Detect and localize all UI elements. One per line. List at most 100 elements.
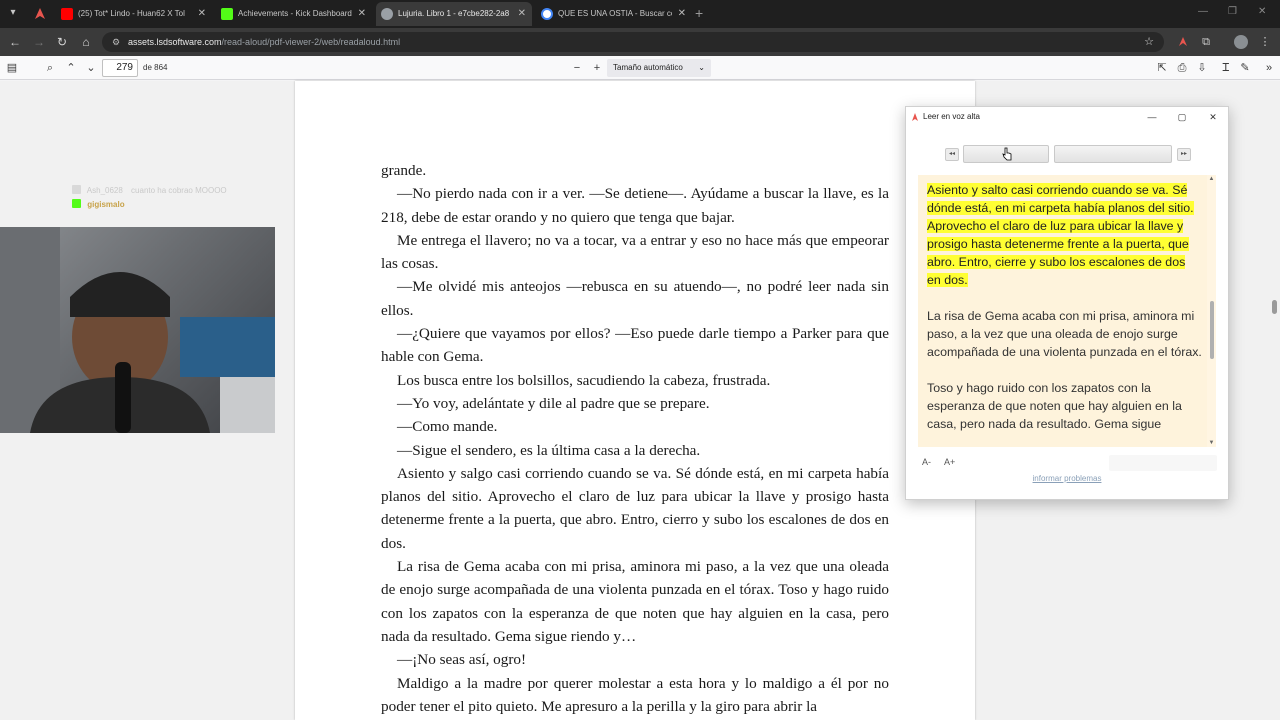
home-icon[interactable]: ⌂ bbox=[79, 35, 93, 49]
tab-title: QUE ES UNA OSTIA - Buscar co bbox=[558, 9, 672, 18]
cursor-hand-icon bbox=[1002, 147, 1012, 161]
read-aloud-text-panel[interactable]: Asiento y salto casi corriendo cuando se… bbox=[918, 175, 1216, 447]
youtube-icon bbox=[61, 8, 73, 20]
stop-button[interactable] bbox=[1054, 145, 1172, 163]
forward-icon[interactable]: → bbox=[32, 35, 46, 49]
forward-icon[interactable]: ▸▸ bbox=[1177, 148, 1191, 161]
paragraph: —Como mande. bbox=[397, 418, 498, 436]
zoom-select[interactable]: Tamaño automático ⌄ bbox=[607, 59, 711, 77]
maximize-icon[interactable]: ❐ bbox=[1228, 6, 1237, 17]
draw-tool-icon[interactable]: ✎ bbox=[1237, 60, 1253, 76]
paragraph: Maldigo a la madre por querer molestar a… bbox=[381, 674, 889, 715]
tab-strip: ▾ (25) Tot* Lindo - Huan62 X Tol ✕ Achie… bbox=[0, 0, 1280, 28]
chat-message: gigismalo bbox=[72, 199, 125, 209]
close-window-icon[interactable]: ✕ bbox=[1258, 6, 1266, 17]
save-icon[interactable]: ⇩ bbox=[1194, 60, 1210, 76]
chat-username: Ash_0628 bbox=[86, 186, 123, 195]
close-icon[interactable]: ✕ bbox=[678, 2, 686, 26]
report-issues-link[interactable]: informar problemas bbox=[906, 474, 1228, 483]
more-tools-icon[interactable]: » bbox=[1261, 60, 1277, 76]
viewer-scrollbar-thumb[interactable] bbox=[1272, 300, 1277, 314]
minimize-icon[interactable]: — bbox=[1198, 6, 1208, 17]
streamer-figure bbox=[0, 227, 275, 433]
back-icon[interactable]: ← bbox=[8, 35, 22, 49]
close-icon[interactable]: ✕ bbox=[518, 2, 526, 26]
paragraph: —Yo voy, adelántate y dile al padre que … bbox=[397, 394, 710, 412]
page-count: de 864 bbox=[143, 63, 168, 72]
google-icon bbox=[541, 8, 553, 20]
open-file-icon[interactable]: ⇱ bbox=[1154, 60, 1170, 76]
globe-icon bbox=[381, 8, 393, 20]
chat-message: Ash_0628 cuanto ha cobrao MOOOO bbox=[72, 185, 227, 195]
site-info-icon[interactable]: ⚙ bbox=[110, 36, 122, 48]
paragraph: La risa de Gema acaba con mi prisa, amin… bbox=[381, 558, 889, 645]
url-text: assets.lsdsoftware.com/read-aloud/pdf-vi… bbox=[128, 37, 401, 47]
kick-badge-icon bbox=[72, 199, 81, 208]
extensions-icon[interactable]: ⧉ bbox=[1199, 35, 1213, 49]
find-icon[interactable]: ⌕ bbox=[42, 60, 58, 76]
reload-icon[interactable]: ↻ bbox=[55, 35, 69, 49]
next-page-icon[interactable]: ⌄ bbox=[83, 60, 99, 76]
scrollbar-thumb[interactable] bbox=[1210, 301, 1214, 359]
pinned-tab-icon[interactable] bbox=[32, 6, 48, 22]
address-bar-row: ← → ↻ ⌂ ⚙ assets.lsdsoftware.com/read-al… bbox=[0, 28, 1280, 56]
paragraph: —¿Quiere que vayamos por ellos? —Eso pue… bbox=[381, 325, 889, 366]
tab-read-aloud-pdf[interactable]: Lujuria. Libro 1 - e7cbe282-2a8 ✕ bbox=[376, 2, 532, 26]
new-tab-button[interactable]: + bbox=[695, 4, 703, 22]
paragraph: Me entrega el llavero; no va a tocar, va… bbox=[381, 231, 889, 273]
chat-username: gigismalo bbox=[87, 200, 125, 209]
close-icon[interactable]: ✕ bbox=[1202, 107, 1224, 127]
text-tool-icon[interactable]: Ꮖ bbox=[1218, 60, 1234, 76]
sidebar-toggle-icon[interactable]: ▤ bbox=[4, 60, 20, 76]
read-aloud-window: Leer en voz alta — ▢ ✕ ◂◂ ▸▸ Asiento y s… bbox=[905, 106, 1229, 500]
page-text: grande. —No pierdo nada con ir a ver. —S… bbox=[381, 159, 889, 718]
tab-title: Achievements - Kick Dashboard bbox=[238, 9, 352, 18]
pdf-page: grande. —No pierdo nada con ir a ver. —S… bbox=[295, 81, 975, 720]
close-icon[interactable]: ✕ bbox=[358, 2, 366, 26]
chat-text: cuanto ha cobrao MOOOO bbox=[131, 186, 227, 195]
read-aloud-extension-icon[interactable] bbox=[1176, 35, 1190, 49]
tab-search-button[interactable]: ▾ bbox=[4, 4, 22, 22]
paragraph: —Me olvidé mis anteojos —rebusca en su a… bbox=[381, 278, 889, 319]
read-aloud-text: Asiento y salto casi corriendo cuando se… bbox=[927, 181, 1202, 447]
paragraph: —¡No seas así, ogro! bbox=[397, 651, 527, 669]
font-decrease-button[interactable]: A- bbox=[922, 457, 931, 467]
rate-control[interactable] bbox=[1109, 455, 1217, 471]
scroll-down-icon[interactable]: ▼ bbox=[1208, 440, 1215, 446]
bookmark-star-icon[interactable]: ☆ bbox=[1144, 32, 1154, 52]
paragraph: Toso y hago ruido con los zapatos con la… bbox=[927, 381, 1182, 431]
rewind-icon[interactable]: ◂◂ bbox=[945, 148, 959, 161]
zoom-out-icon[interactable]: − bbox=[569, 60, 585, 76]
read-aloud-titlebar[interactable]: Leer en voz alta — ▢ ✕ bbox=[906, 107, 1228, 127]
tab-google-search[interactable]: QUE ES UNA OSTIA - Buscar co ✕ bbox=[536, 2, 692, 26]
webcam-overlay bbox=[0, 227, 275, 433]
read-aloud-title: Leer en voz alta bbox=[923, 112, 980, 121]
close-icon[interactable]: ✕ bbox=[198, 2, 206, 26]
badge-icon bbox=[72, 185, 81, 194]
kick-icon bbox=[221, 8, 233, 20]
paragraph: La risa de Gema acaba con mi prisa, amin… bbox=[927, 309, 1202, 359]
read-aloud-scrollbar[interactable]: ▲ ▼ bbox=[1207, 175, 1216, 447]
tab-title: Lujuria. Libro 1 - e7cbe282-2a8 bbox=[398, 9, 510, 18]
paragraph: —No pierdo nada con ir a ver. —Se detien… bbox=[381, 185, 889, 226]
maximize-icon[interactable]: ▢ bbox=[1171, 107, 1193, 127]
chevron-down-icon: ⌄ bbox=[698, 63, 705, 72]
minimize-icon[interactable]: — bbox=[1141, 107, 1163, 127]
pdf-toolbar: ▤ ⌕ ⌃ ⌄ 279 de 864 − + Tamaño automático… bbox=[0, 56, 1280, 80]
print-icon[interactable]: ⎙ bbox=[1174, 60, 1190, 76]
page-number-input[interactable]: 279 bbox=[102, 59, 138, 77]
zoom-value: Tamaño automático bbox=[613, 63, 683, 72]
tab-title: (25) Tot* Lindo - Huan62 X Tol bbox=[78, 9, 185, 18]
tab-youtube[interactable]: (25) Tot* Lindo - Huan62 X Tol ✕ bbox=[56, 2, 212, 26]
profile-avatar[interactable] bbox=[1234, 35, 1248, 49]
paragraph: grande. bbox=[381, 162, 427, 179]
highlighted-sentence: Asiento y salto casi corriendo cuando se… bbox=[927, 183, 1194, 287]
url-field[interactable]: ⚙ assets.lsdsoftware.com/read-aloud/pdf-… bbox=[102, 32, 1164, 52]
zoom-in-icon[interactable]: + bbox=[589, 60, 605, 76]
browser-menu-icon[interactable]: ⋮ bbox=[1258, 35, 1272, 49]
scroll-up-icon[interactable]: ▲ bbox=[1208, 176, 1215, 182]
previous-page-icon[interactable]: ⌃ bbox=[63, 60, 79, 76]
font-increase-button[interactable]: A+ bbox=[944, 457, 955, 467]
tab-kick[interactable]: Achievements - Kick Dashboard ✕ bbox=[216, 2, 372, 26]
paragraph: —Sigue el sendero, es la última casa a l… bbox=[397, 441, 701, 459]
